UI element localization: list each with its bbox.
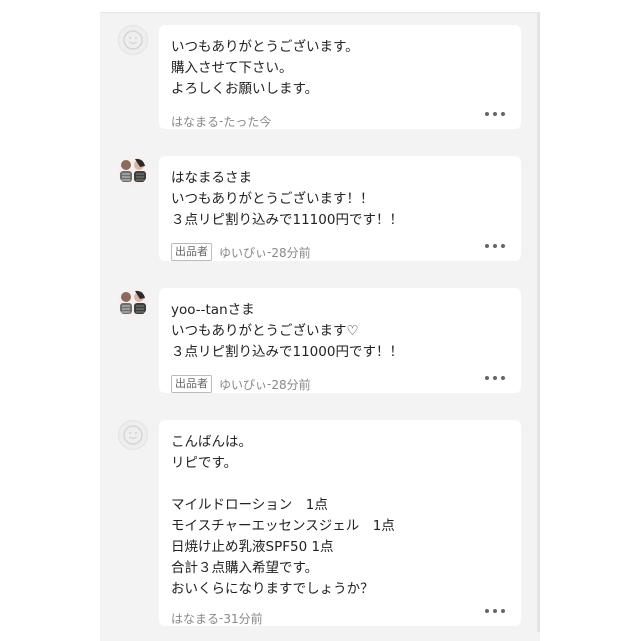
comment-text-line: リピです。 [171,455,238,471]
user-photo-avatar[interactable] [118,156,148,186]
comment-text-line: いつもありがとうございます♡ [171,323,359,339]
comment-username[interactable]: はなまる [171,113,219,130]
comment-meta: 出品者 ゆいぴぃ - 28分前 [171,242,509,262]
default-user-icon[interactable] [118,25,148,55]
comment-text-line: 日焼け止め乳液SPF50 1点 [171,539,334,555]
comment-bubble: こんばんは。 リピです。 マイルドローション 1点 モイスチャーエッセンスジェル… [159,420,521,626]
more-options-icon[interactable] [485,111,505,117]
seller-badge: 出品者 [171,375,212,393]
scrollbar[interactable] [537,12,540,632]
comment-text-line: yoo--tanさま [171,302,255,318]
comment-text-line: おいくらになりますでしょうか？ [171,581,374,597]
default-user-icon[interactable] [118,420,148,450]
more-options-icon[interactable] [485,243,505,249]
comment-text-line: はなまるさま [171,170,252,186]
comment-meta: 出品者 ゆいぴぃ - 28分前 [171,374,509,394]
comment-bubble: いつもありがとうございます。 購入させて下さい。 よろしくお願いします。 はなま… [159,25,521,129]
comment-text-line: モイスチャーエッセンスジェル 1点 [171,518,395,534]
comment-text-line: ３点リピ割り込みで11100円です！！ [171,212,403,228]
comment-text-line: 購入させて下さい。 [171,60,293,76]
comment-username[interactable]: ゆいぴぃ [219,376,267,393]
comment-text-line: ３点リピ割り込みで11000円です！！ [171,344,403,360]
comment-time: 28分前 [271,377,311,392]
comment-meta: はなまる - 31分前 [171,608,509,628]
comment-username[interactable]: はなまる [171,610,219,627]
more-options-icon[interactable] [485,375,505,381]
comment-text-line: いつもありがとうございます。 [171,39,359,55]
comment-text-line: いつもありがとうございます！！ [171,191,374,207]
comment-meta: はなまる - たった今 [171,111,509,131]
more-options-icon[interactable] [485,608,505,614]
comment-username[interactable]: ゆいぴぃ [219,244,267,261]
seller-badge: 出品者 [171,243,212,261]
comment-text-line [171,474,509,495]
comment-text-line: マイルドローション 1点 [171,497,328,513]
comment-time: 31分前 [223,611,263,626]
comment-text-line: 合計３点購入希望です。 [171,560,319,576]
comment-time: 28分前 [271,245,311,260]
comment-bubble: yoo--tanさま いつもありがとうございます♡ ３点リピ割り込みで11000… [159,288,521,393]
comment-time: たった今 [223,114,272,129]
comment-text-line: こんばんは。 [171,434,252,450]
comment-text-line: よろしくお願いします。 [171,81,319,97]
user-photo-avatar[interactable] [118,288,148,318]
comment-bubble: はなまるさま いつもありがとうございます！！ ３点リピ割り込みで11100円です… [159,156,521,261]
